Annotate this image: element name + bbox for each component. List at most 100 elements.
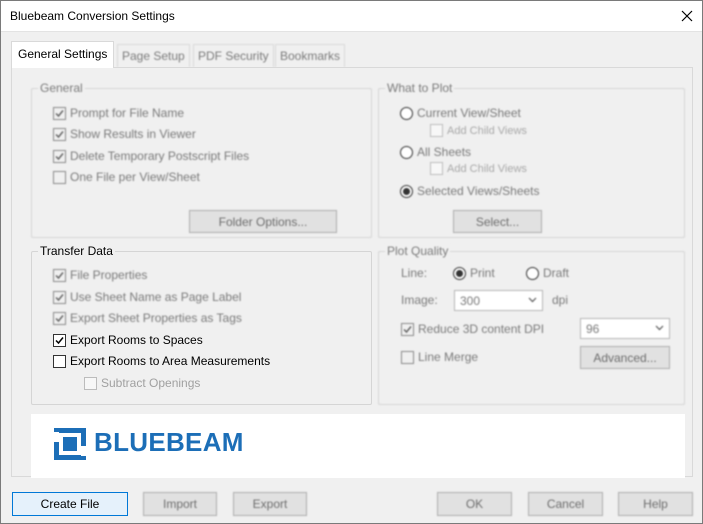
checkbox-label: Delete Temporary Postscript Files	[70, 149, 250, 163]
checkbox-label: One File per View/Sheet	[70, 170, 200, 184]
checkbox-icon	[53, 268, 66, 282]
tab-bookmarks[interactable]: Bookmarks	[275, 44, 346, 67]
button-label: Advanced...	[593, 350, 657, 365]
close-button[interactable]	[671, 1, 702, 31]
folder-options-button[interactable]: Folder Options...	[189, 210, 337, 233]
button-label: Select...	[475, 214, 520, 229]
create-file-button[interactable]: Create File	[12, 492, 128, 516]
checkbox-icon	[53, 311, 66, 325]
radio-label: Draft	[543, 266, 570, 280]
subtract-openings-checkbox[interactable]: Subtract Openings	[84, 376, 200, 390]
image-label: Image:	[401, 293, 438, 307]
current-view-radio[interactable]: Current View/Sheet	[400, 106, 521, 120]
radio-label: Print	[470, 266, 495, 280]
button-label: OK	[465, 497, 484, 511]
checkbox-icon	[53, 149, 66, 163]
checkbox-icon	[53, 170, 66, 184]
button-label: Folder Options...	[218, 214, 308, 229]
selected-views-radio[interactable]: Selected Views/Sheets	[400, 184, 540, 198]
button-label: Cancel	[546, 497, 585, 511]
export-button[interactable]: Export	[233, 492, 307, 516]
chevron-down-icon	[655, 325, 664, 331]
radio-icon	[400, 106, 413, 120]
button-label: Help	[643, 497, 668, 511]
checkbox-label: Prompt for File Name	[70, 106, 185, 120]
help-button[interactable]: Help	[618, 492, 693, 516]
select-value: 96	[586, 321, 600, 336]
ok-button[interactable]: OK	[437, 492, 512, 516]
sheet-properties-tags-checkbox[interactable]: Export Sheet Properties as Tags	[53, 311, 242, 325]
radio-icon	[453, 266, 466, 280]
export-rooms-spaces-checkbox[interactable]: Export Rooms to Spaces	[53, 333, 203, 347]
radio-icon	[400, 184, 413, 198]
checkbox-label: Export Rooms to Area Measurements	[70, 354, 271, 368]
tab-label: PDF Security	[198, 49, 269, 63]
cancel-button[interactable]: Cancel	[528, 492, 603, 516]
checkbox-icon	[430, 162, 443, 175]
checkbox-icon	[53, 127, 66, 141]
checkbox-icon	[84, 376, 97, 390]
checkbox-icon	[430, 124, 443, 137]
group-title: Transfer Data	[38, 244, 115, 258]
tab-pdf-security[interactable]: PDF Security	[193, 44, 274, 67]
tab-page-setup[interactable]: Page Setup	[117, 44, 190, 67]
radio-label: Current View/Sheet	[417, 106, 521, 120]
radio-icon	[526, 266, 539, 280]
select-button[interactable]: Select...	[453, 210, 542, 233]
tab-label: Page Setup	[122, 49, 185, 63]
title-bar: Bluebeam Conversion Settings	[1, 1, 702, 32]
advanced-button[interactable]: Advanced...	[580, 346, 670, 369]
tab-label: Bookmarks	[280, 49, 341, 63]
all-sheets-radio[interactable]: All Sheets	[400, 145, 471, 159]
plot-quality-group: Plot Quality Line: Print Draft Image: 30…	[378, 244, 685, 405]
show-results-checkbox[interactable]: Show Results in Viewer	[53, 127, 196, 141]
dialog-window: Bluebeam Conversion Settings General Set…	[0, 0, 703, 524]
checkbox-label: Show Results in Viewer	[70, 127, 196, 141]
tab-label: General Settings	[18, 47, 108, 61]
bluebeam-wordmark: BLUEBEAM	[94, 427, 244, 457]
bluebeam-logo-icon	[54, 428, 86, 460]
radio-label: Selected Views/Sheets	[417, 184, 540, 198]
checkbox-label: Line Merge	[418, 350, 479, 364]
button-label: Export	[252, 497, 288, 511]
dpi-label: dpi	[552, 293, 569, 307]
checkbox-icon	[401, 350, 414, 364]
select-value: 300	[460, 293, 481, 308]
delete-temp-checkbox[interactable]: Delete Temporary Postscript Files	[53, 149, 249, 163]
file-properties-checkbox[interactable]: File Properties	[53, 268, 147, 282]
import-button[interactable]: Import	[143, 492, 217, 516]
checkbox-icon	[53, 106, 66, 120]
radio-label: All Sheets	[417, 145, 472, 159]
radio-icon	[400, 145, 413, 159]
what-to-plot-group: What to Plot Current View/Sheet Add Chil…	[378, 81, 685, 238]
tab-general-settings[interactable]: General Settings	[11, 41, 115, 68]
all-add-child-checkbox[interactable]: Add Child Views	[430, 162, 527, 175]
checkbox-label: File Properties	[70, 268, 148, 282]
checkbox-icon	[401, 322, 414, 336]
image-dpi-select[interactable]: 300	[454, 290, 543, 311]
checkbox-icon	[53, 333, 66, 347]
print-radio[interactable]: Print	[453, 266, 495, 280]
checkbox-icon	[53, 354, 66, 368]
sheet-name-page-label-checkbox[interactable]: Use Sheet Name as Page Label	[53, 290, 241, 304]
window-title: Bluebeam Conversion Settings	[10, 9, 175, 23]
group-title: Plot Quality	[385, 244, 451, 258]
draft-radio[interactable]: Draft	[526, 266, 569, 280]
checkbox-label: Use Sheet Name as Page Label	[70, 290, 242, 304]
general-group: General Prompt for File Name Show Result…	[31, 81, 372, 238]
export-rooms-area-checkbox[interactable]: Export Rooms to Area Measurements	[53, 354, 270, 368]
reduce-3d-dpi-select[interactable]: 96	[580, 318, 670, 339]
reduce-3d-dpi-checkbox[interactable]: Reduce 3D content DPI	[401, 322, 544, 336]
prompt-file-name-checkbox[interactable]: Prompt for File Name	[53, 106, 184, 120]
checkbox-label: Export Sheet Properties as Tags	[70, 311, 242, 325]
close-icon	[681, 10, 692, 22]
button-label: Import	[162, 497, 197, 511]
line-label: Line:	[401, 266, 428, 280]
checkbox-label: Export Rooms to Spaces	[70, 333, 203, 347]
group-title: General	[38, 81, 85, 95]
line-merge-checkbox[interactable]: Line Merge	[401, 350, 478, 364]
current-add-child-checkbox[interactable]: Add Child Views	[430, 124, 527, 137]
one-file-per-view-checkbox[interactable]: One File per View/Sheet	[53, 170, 200, 184]
general-settings-panel: General Prompt for File Name Show Result…	[11, 67, 693, 478]
checkbox-label: Add Child Views	[447, 162, 527, 175]
